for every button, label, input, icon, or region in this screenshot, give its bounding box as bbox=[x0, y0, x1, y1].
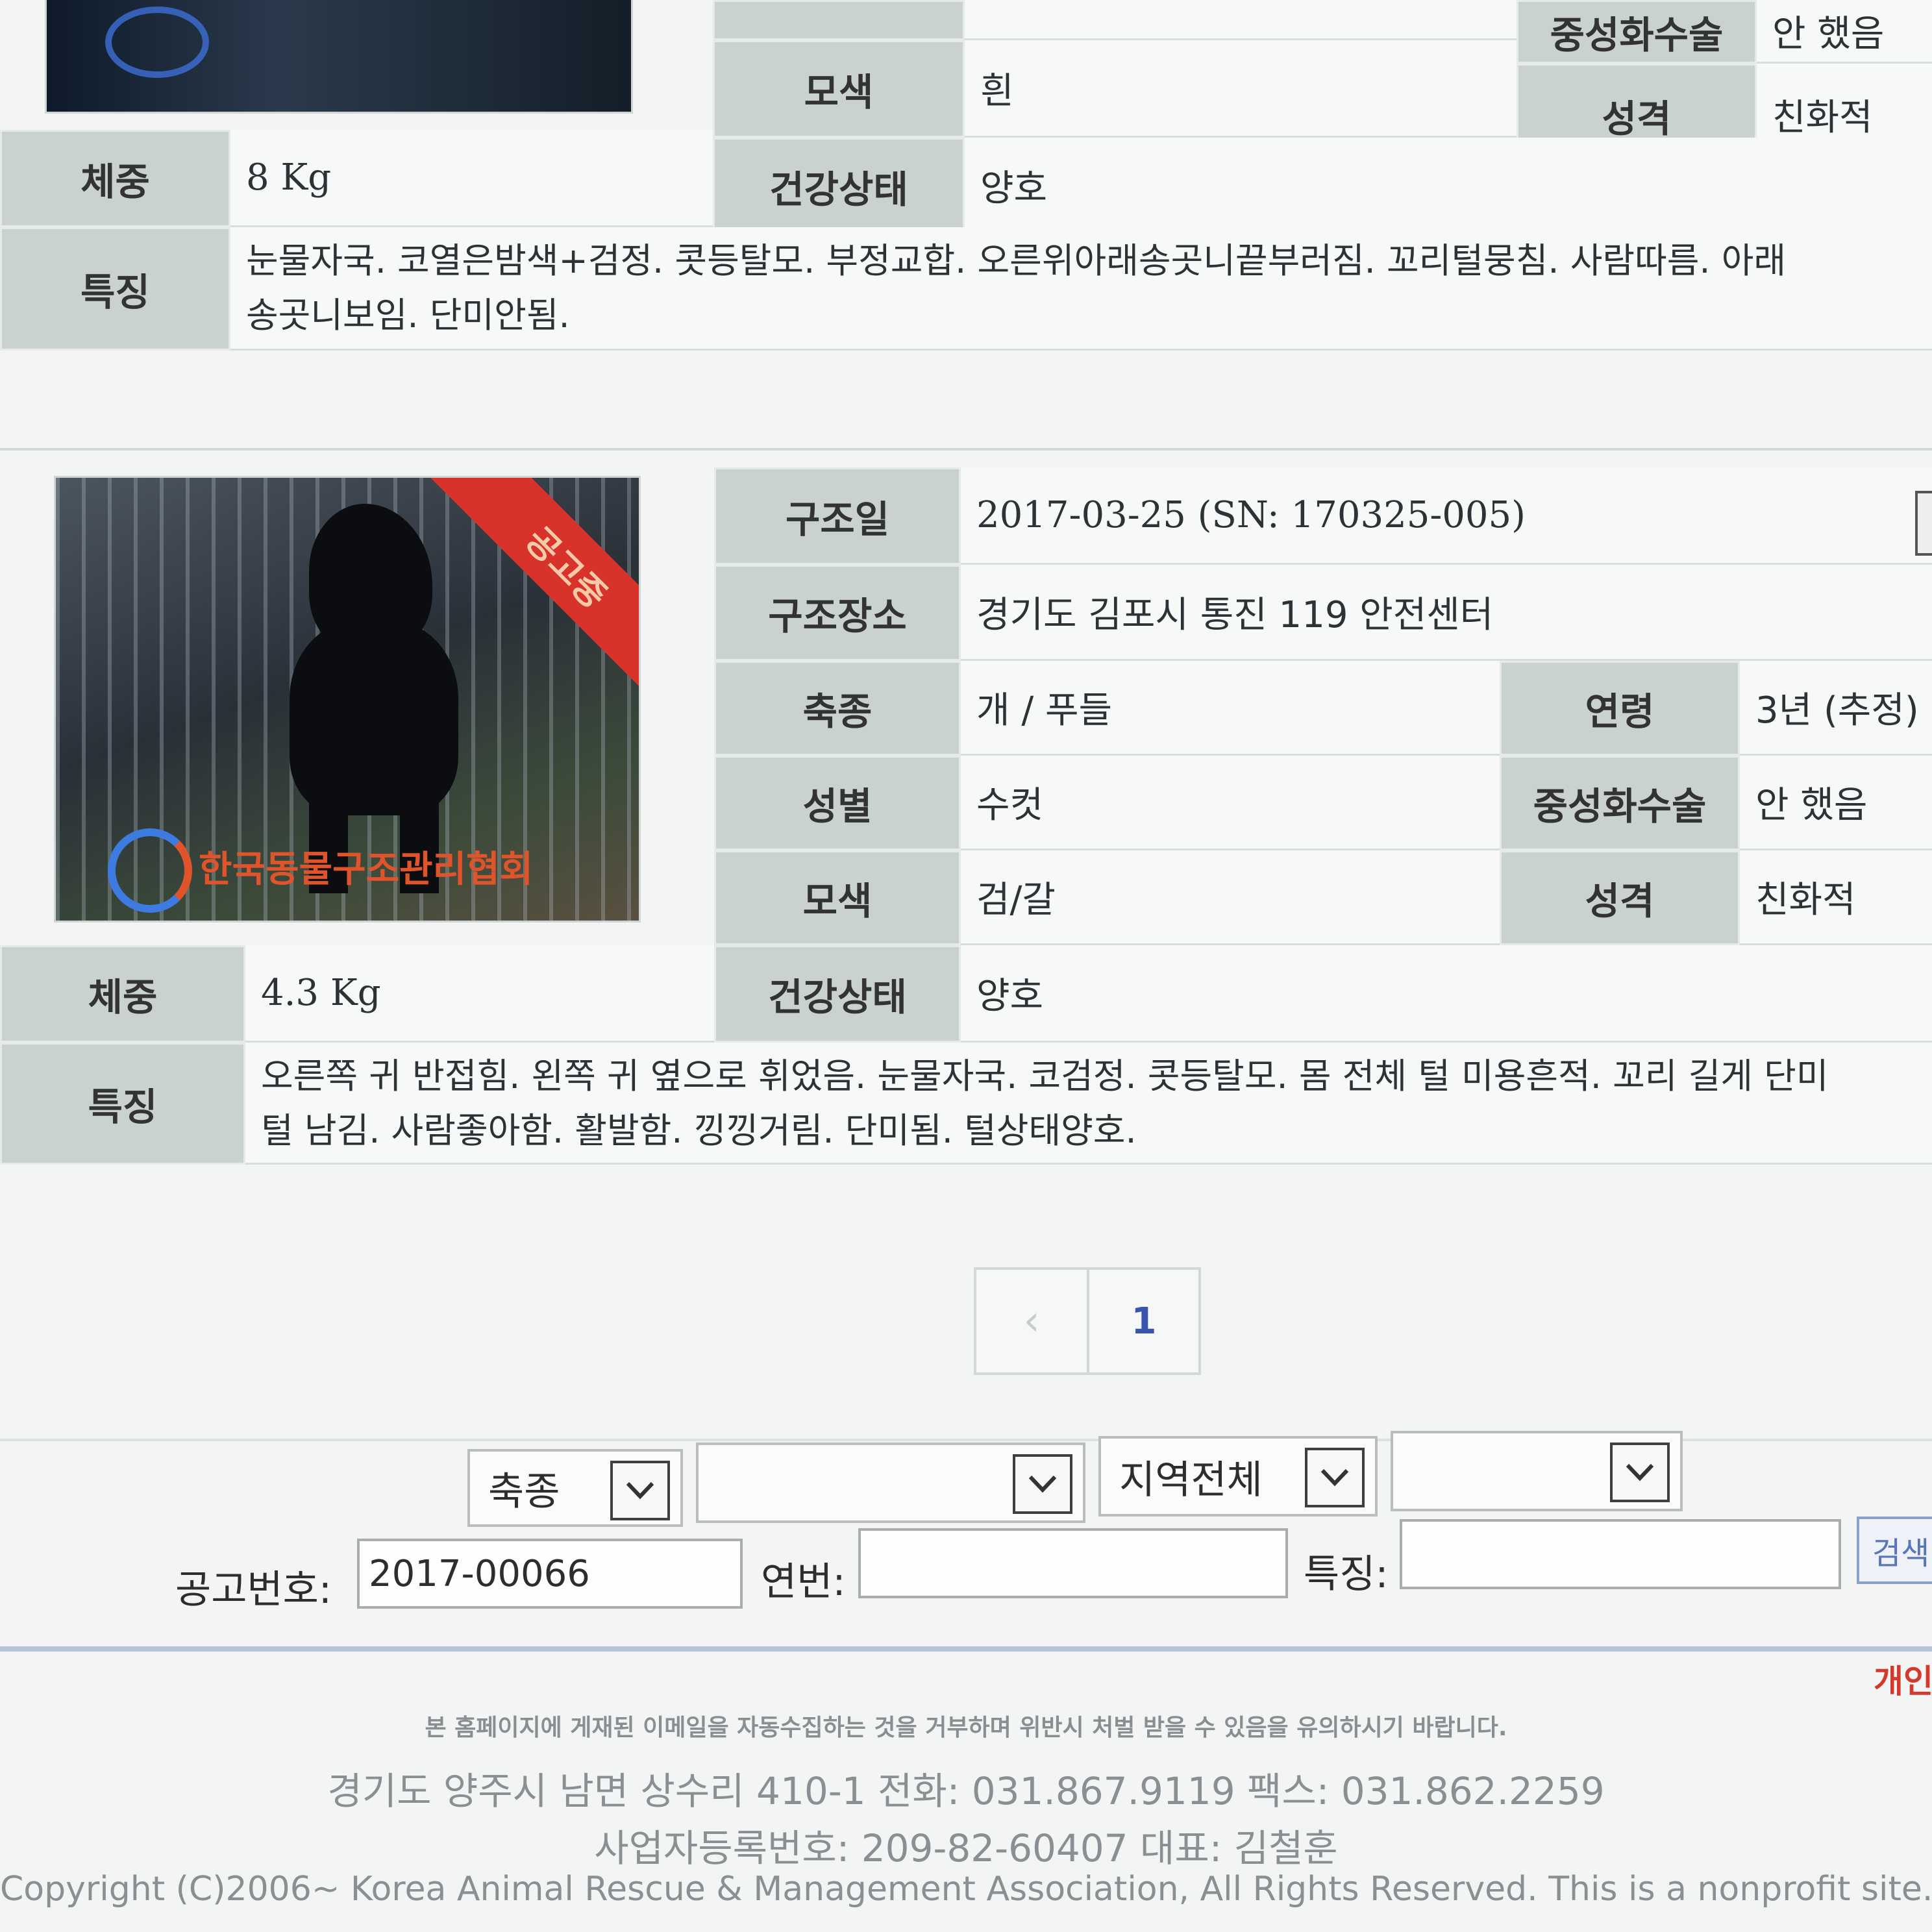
personality-label: 성격 bbox=[1500, 850, 1740, 945]
prev-color-value: 흰 bbox=[965, 40, 1517, 138]
privacy-link[interactable]: 개인 bbox=[1874, 1655, 1932, 1702]
feature-text: 오른쪽 귀 반접힘. 왼쪽 귀 옆으로 휘었음. 눈물자국. 코검정. 콧등탈모… bbox=[245, 1043, 1932, 1165]
health-value: 양호 bbox=[961, 945, 1932, 1043]
footer-email-notice: 본 홈페이지에 게재된 이메일을 자동수집하는 것을 거부하며 위반시 처벌 받… bbox=[425, 1715, 1507, 1741]
pagination-page-1[interactable]: 1 bbox=[1089, 1270, 1198, 1372]
association-watermark: 한국동물구조관리협회 bbox=[199, 848, 534, 891]
prev-feature-text: 눈물자국. 코열은밤색+검정. 콧등탈모. 부정교합. 오른위아래송곳니끝부러짐… bbox=[230, 227, 1932, 351]
prev-weight-label: 체중 bbox=[0, 130, 230, 227]
weight-value: 4.3 Kg bbox=[245, 945, 714, 1043]
prev-neuter-label: 중성화수술 bbox=[1517, 0, 1757, 64]
serial-number-input[interactable] bbox=[858, 1528, 1288, 1598]
subregion-select[interactable] bbox=[1391, 1431, 1683, 1511]
species-label: 축종 bbox=[714, 661, 961, 756]
color-value: 검/갈 bbox=[961, 850, 1500, 945]
rescue-place-value: 경기도 김포시 통진 119 안전센터 bbox=[961, 565, 1932, 661]
prev-color-label: 모색 bbox=[713, 40, 965, 138]
footer-address: 경기도 양주시 남면 상수리 410-1 전화: 031.867.9119 팩스… bbox=[327, 1769, 1605, 1813]
age-value: 3년 (추정) bbox=[1740, 661, 1932, 756]
serial-number-label: 연번: bbox=[761, 1559, 846, 1605]
sex-value: 수컷 bbox=[961, 756, 1500, 850]
animal-photo[interactable]: 공고중 한국동물구조관리협회 bbox=[56, 478, 639, 921]
prev-feature-line-2: 송곳니보임. 단미안됨. bbox=[246, 295, 570, 336]
color-label: 모색 bbox=[714, 850, 961, 945]
pagination-prev-button[interactable]: ‹ bbox=[976, 1270, 1089, 1372]
species-select[interactable]: 축종 bbox=[467, 1449, 683, 1527]
feature-label: 특징 bbox=[0, 1043, 245, 1165]
rescue-date-label: 구조일 bbox=[714, 467, 961, 565]
prev-top-label bbox=[713, 0, 965, 40]
association-logo-icon bbox=[108, 828, 192, 913]
search-button[interactable]: 검색 bbox=[1857, 1517, 1932, 1584]
species-value: 개 / 푸들 bbox=[961, 661, 1500, 756]
footer-business-number: 사업자등록번호: 209-82-60407 대표: 김철훈 bbox=[594, 1826, 1338, 1870]
prev-feature-line-1: 눈물자국. 코열은밤색+검정. 콧등탈모. 부정교합. 오른위아래송곳니끝부러짐… bbox=[246, 240, 1787, 281]
dog-silhouette bbox=[270, 504, 478, 893]
region-select[interactable]: 지역전체 bbox=[1098, 1436, 1378, 1517]
notice-number-label: 공고번호: bbox=[175, 1567, 332, 1613]
rescue-date-value: 2017-03-25 (SN: 170325-005) bbox=[961, 467, 1932, 565]
sex-label: 성별 bbox=[714, 756, 961, 850]
personality-value: 친화적 bbox=[1740, 850, 1932, 945]
breed-select[interactable] bbox=[696, 1443, 1085, 1523]
health-label: 건강상태 bbox=[714, 945, 961, 1043]
prev-weight-value: 8 Kg bbox=[230, 130, 713, 227]
rescue-place-label: 구조장소 bbox=[714, 565, 961, 661]
scrollbar-thumb[interactable] bbox=[1915, 491, 1932, 556]
neuter-value: 안 했음 bbox=[1740, 756, 1932, 850]
prev-feature-label: 특징 bbox=[0, 227, 230, 351]
weight-label: 체중 bbox=[0, 945, 245, 1043]
chevron-down-icon[interactable] bbox=[610, 1461, 670, 1520]
age-label: 연령 bbox=[1500, 661, 1740, 756]
chevron-down-icon[interactable] bbox=[1013, 1454, 1072, 1514]
chevron-down-icon[interactable] bbox=[1305, 1448, 1365, 1507]
neuter-label: 중성화수술 bbox=[1500, 756, 1740, 850]
prev-neuter-value: 안 했음 bbox=[1757, 0, 1932, 64]
prev-animal-photo bbox=[47, 0, 631, 112]
species-select-value: 축종 bbox=[488, 1468, 560, 1515]
feature-search-label: 특징: bbox=[1304, 1552, 1389, 1597]
region-select-value: 지역전체 bbox=[1119, 1457, 1263, 1503]
footer-divider bbox=[0, 1646, 1932, 1652]
pagination: ‹ 1 bbox=[974, 1267, 1201, 1375]
feature-line-1: 오른쪽 귀 반접힘. 왼쪽 귀 옆으로 휘었음. 눈물자국. 코검정. 콧등탈모… bbox=[261, 1056, 1829, 1096]
chevron-down-icon[interactable] bbox=[1610, 1443, 1670, 1502]
feature-search-input[interactable] bbox=[1400, 1519, 1841, 1589]
notice-number-input[interactable]: 2017-00066 bbox=[357, 1539, 743, 1609]
record-divider bbox=[0, 448, 1932, 451]
footer-copyright: Copyright (C)2006~ Korea Animal Rescue &… bbox=[0, 1870, 1932, 1909]
prev-health-label: 건강상태 bbox=[713, 138, 965, 235]
prev-top-value bbox=[965, 0, 1517, 40]
prev-health-value: 양호 bbox=[965, 138, 1932, 235]
feature-line-2: 털 남김. 사람좋아함. 활발함. 낑낑거림. 단미됨. 털상태양호. bbox=[261, 1110, 1137, 1151]
